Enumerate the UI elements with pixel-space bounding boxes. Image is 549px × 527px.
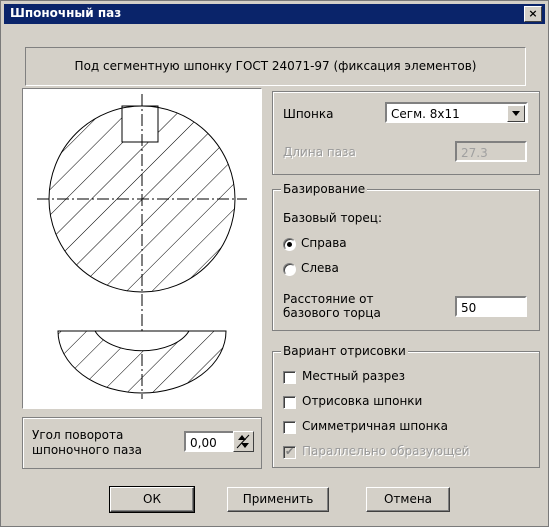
local-section-label[interactable]: Местный разрез [302,369,405,383]
parallel-label: Параллельно образующей [302,444,470,458]
distance-field[interactable]: 50 [455,296,527,317]
radio-left-label[interactable]: Слева [301,261,339,275]
angle-label-line2: шпоночного паза [32,443,143,457]
radio-right[interactable] [283,238,296,251]
keyway-drawing [37,94,247,399]
drawing-options-title: Вариант отрисовки [281,344,408,358]
distance-label-line1: Расстояние от [283,292,374,306]
key-label: Шпонка [283,107,334,121]
angle-label-line1: Угол поворота [32,428,124,442]
check-mark-icon: ✔ [285,445,295,458]
length-label: Длина паза [283,145,356,159]
base-face-label: Базовый торец: [283,211,383,225]
length-field[interactable]: 27.3 [455,141,527,162]
up-down-arrows-icon [236,434,250,449]
apply-button[interactable]: Применить [227,487,329,512]
basing-group-title: Базирование [281,182,368,196]
draw-key-checkbox[interactable] [283,396,296,409]
symmetric-key-label[interactable]: Симметричная шпонка [302,419,448,433]
distance-label-line2: базового торца [283,306,381,320]
draw-key-label[interactable]: Отрисовка шпонки [302,394,422,408]
radio-left[interactable] [283,263,296,276]
radio-right-label[interactable]: Справа [301,236,347,250]
chevron-down-icon[interactable] [507,105,525,122]
ok-button[interactable]: ОК [109,486,195,513]
angle-field[interactable]: 0,00 [184,431,238,452]
key-standard-banner: Под сегментную шпонку ГОСТ 24071-97 (фик… [25,47,526,86]
key-semicircle [57,330,227,394]
key-select[interactable]: Сегм. 8х11 [385,102,528,123]
angle-spinner[interactable] [233,431,254,452]
cancel-button[interactable]: Отмена [366,487,450,512]
symmetric-key-checkbox[interactable] [283,421,296,434]
close-button[interactable]: × [524,6,542,22]
preview-panel [22,88,262,409]
window-title: Шпоночный паз [10,6,122,20]
title-bar[interactable]: Шпоночный паз × [4,4,545,24]
parallel-checkbox[interactable]: ✔ [283,445,296,459]
key-select-value: Сегм. 8х11 [391,107,460,121]
local-section-checkbox[interactable] [283,371,296,384]
